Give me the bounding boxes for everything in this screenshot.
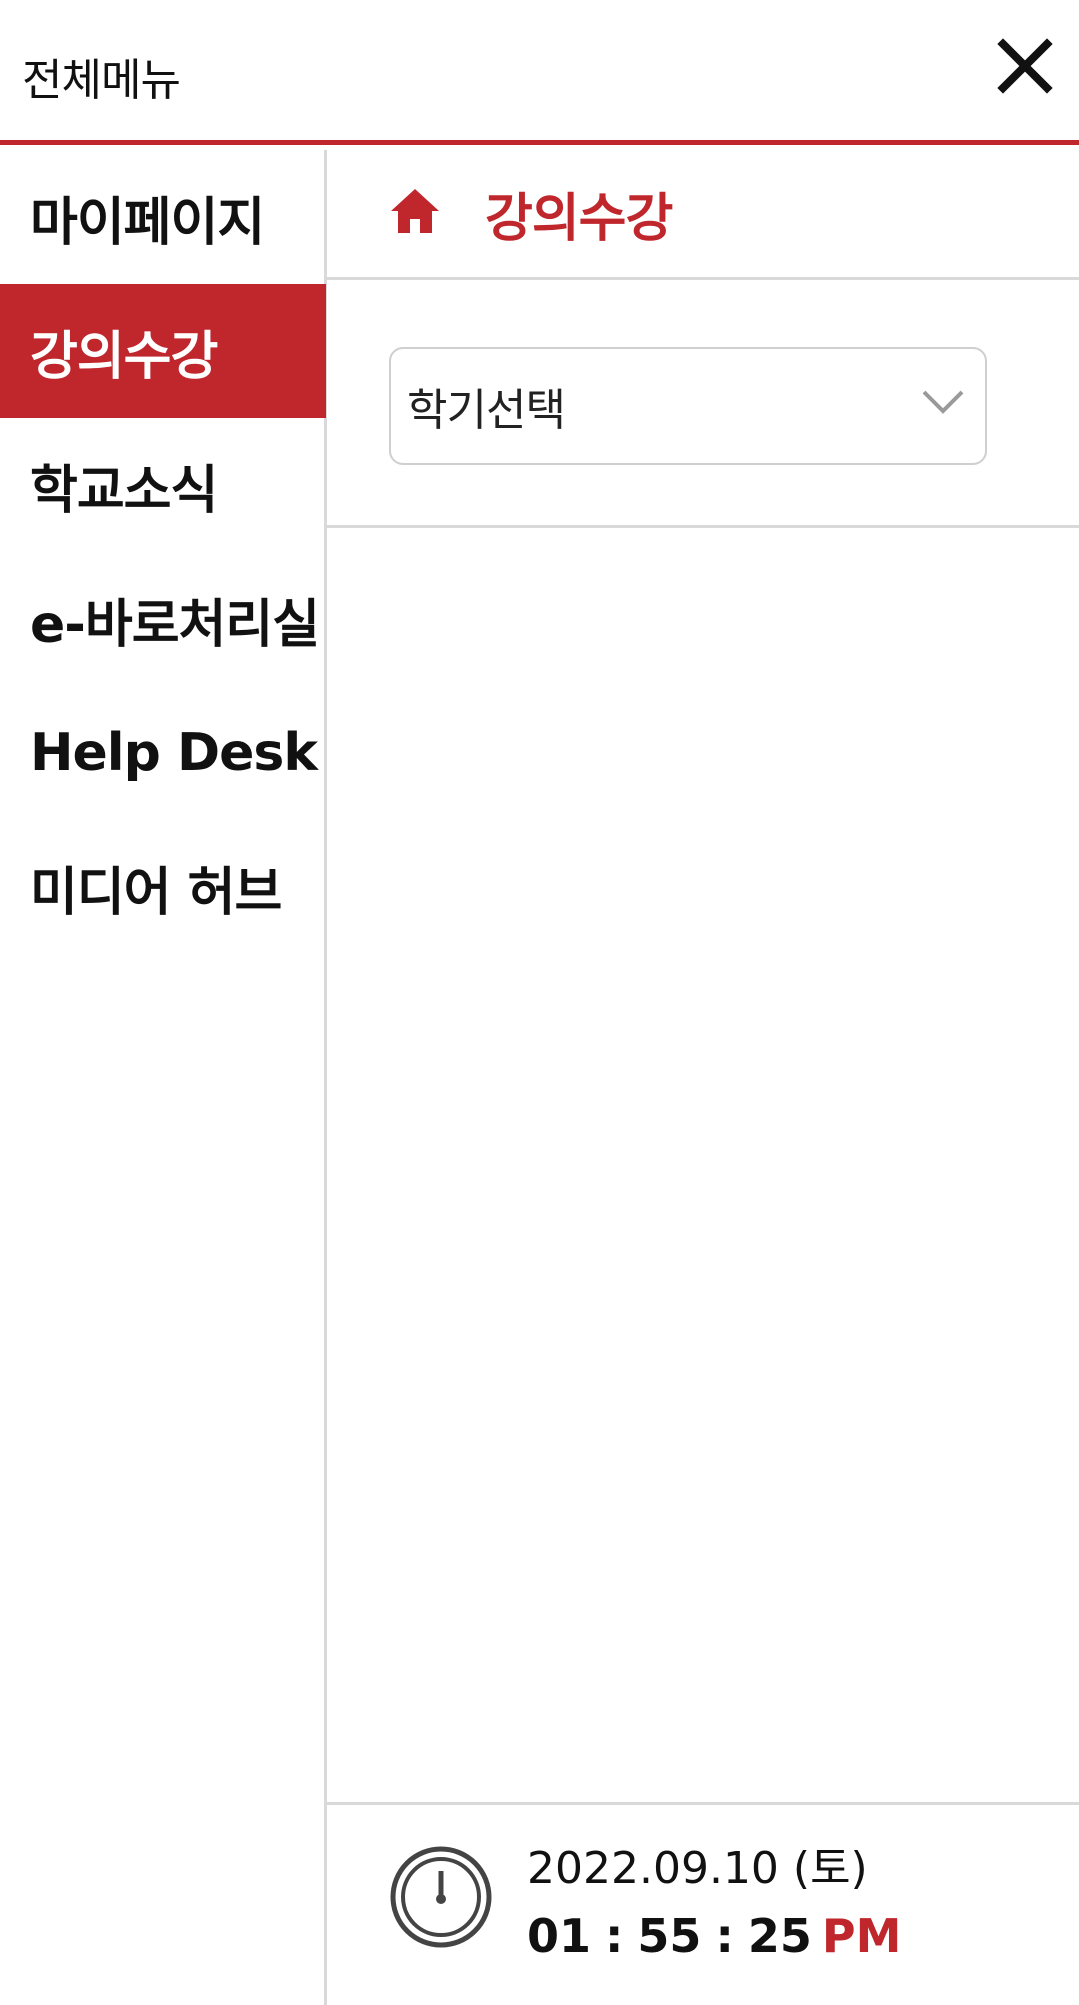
- menu-header: 전체메뉴: [0, 0, 1079, 145]
- header-title: 전체메뉴: [22, 55, 181, 106]
- clock-minute: 55: [637, 1909, 702, 1963]
- clock-time: 01:55:25 PM: [527, 1909, 901, 1963]
- semester-select-area: 학기선택: [327, 280, 1079, 528]
- close-icon[interactable]: [995, 36, 1055, 96]
- nav-item-label: 학교소식: [30, 460, 218, 521]
- section-header: 강의수강: [327, 150, 1079, 280]
- clock-icon: [390, 1846, 492, 1948]
- home-icon[interactable]: [389, 185, 441, 237]
- nav-item-label: 미디어 허브: [30, 862, 282, 923]
- nav-item-media-hub[interactable]: 미디어 허브: [0, 820, 324, 954]
- nav-item-label: Help Desk: [30, 723, 318, 783]
- clock-hour: 01: [527, 1909, 592, 1963]
- nav-item-help-desk[interactable]: Help Desk: [0, 686, 324, 820]
- section-title: 강의수강: [485, 189, 673, 249]
- clock-separator: :: [605, 1909, 624, 1963]
- nav-item-e-processing[interactable]: e-바로처리실: [0, 552, 324, 686]
- semester-select-value: 학기선택: [407, 385, 566, 436]
- clock-widget: 2022.09.10 (토) 01:55:25 PM: [327, 1802, 1079, 2005]
- nav-item-label: e-바로처리실: [30, 594, 320, 655]
- nav-item-mypage[interactable]: 마이페이지: [0, 150, 324, 284]
- clock-ampm: PM: [821, 1909, 902, 1963]
- clock-second: 25: [747, 1909, 812, 1963]
- semester-select[interactable]: 학기선택: [389, 347, 987, 465]
- nav-item-lecture[interactable]: 강의수강: [0, 284, 326, 418]
- nav-item-label: 마이페이지: [30, 192, 265, 253]
- nav-item-label: 강의수강: [30, 326, 218, 387]
- clock-date: 2022.09.10 (토): [527, 1843, 868, 1894]
- clock-separator: :: [715, 1909, 734, 1963]
- left-nav: 마이페이지 강의수강 학교소식 e-바로처리실 Help Desk 미디어 허브: [0, 150, 327, 2005]
- nav-item-school-news[interactable]: 학교소식: [0, 418, 324, 552]
- submenu-panel: 강의수강 학기선택 2022.09.10 (토) 01:55:25 PM: [327, 150, 1079, 2005]
- chevron-down-icon: [922, 390, 964, 414]
